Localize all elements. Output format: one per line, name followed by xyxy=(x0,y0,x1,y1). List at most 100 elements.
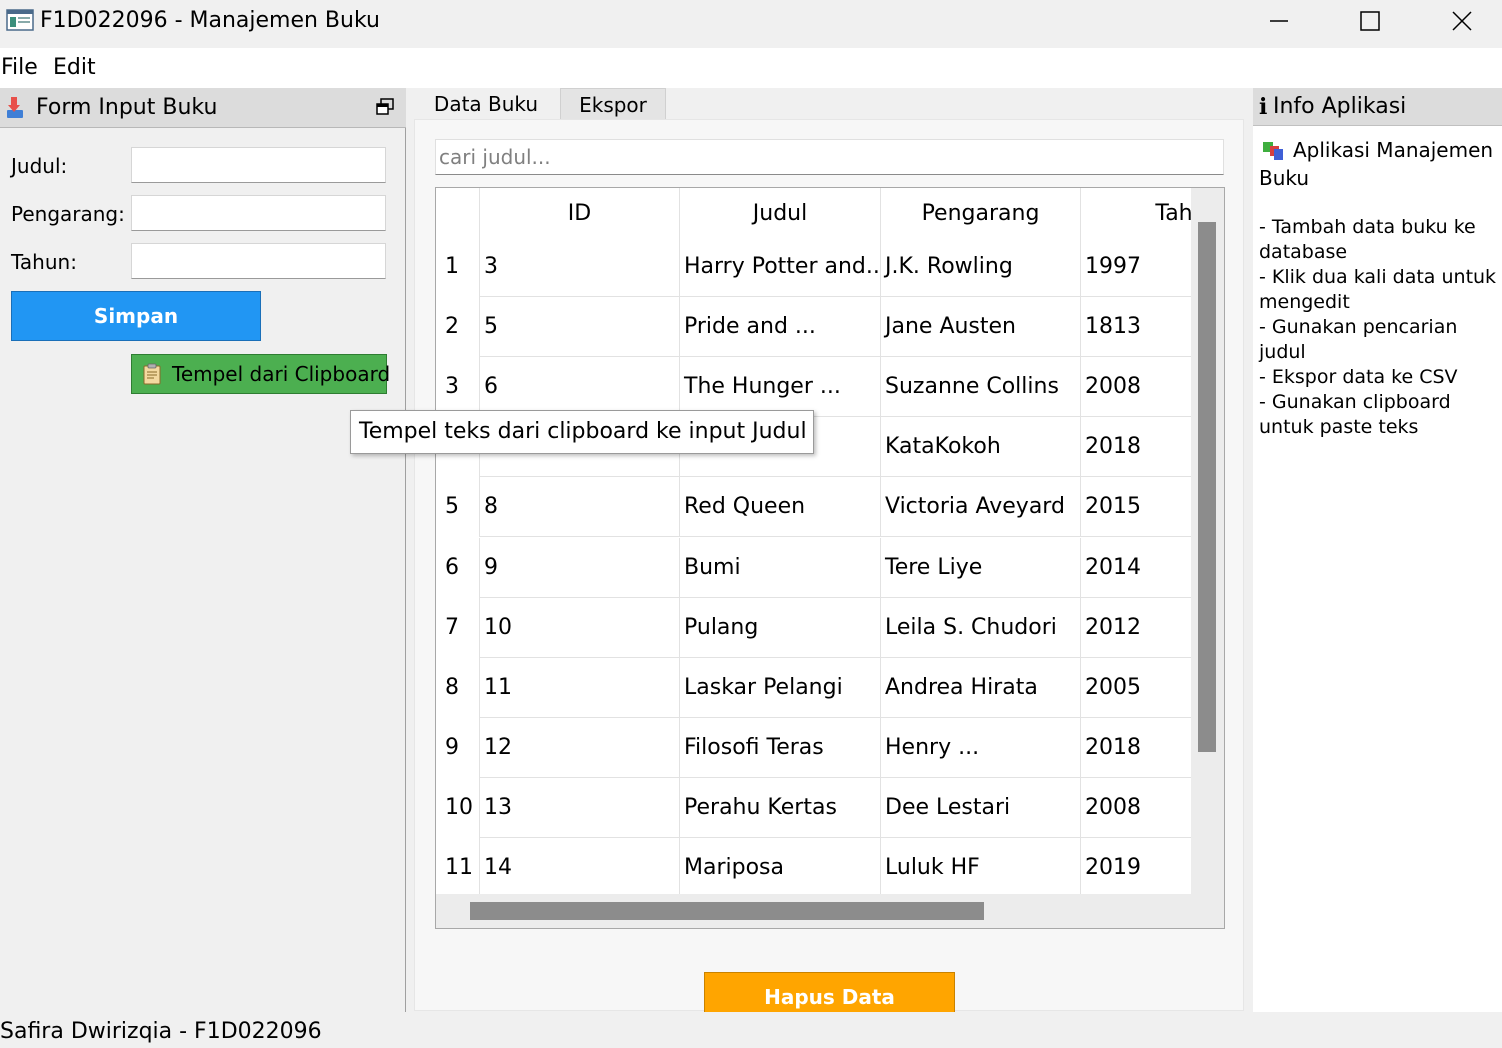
table-row[interactable]: 5 8 Red Queen Victoria Aveyard 2015 xyxy=(436,477,1191,537)
cell-pengarang[interactable]: Jane Austen xyxy=(881,297,1081,357)
cell-id[interactable]: 12 xyxy=(480,718,680,778)
cell-tahun[interactable]: 2005 xyxy=(1081,658,1191,718)
table-row[interactable]: 9 12 Filosofi Teras Henry ... 2018 xyxy=(436,718,1191,778)
column-header-id[interactable]: ID xyxy=(480,188,680,240)
search-input[interactable] xyxy=(435,139,1224,175)
pengarang-input[interactable] xyxy=(131,195,386,231)
info-dock-title: Info Aplikasi xyxy=(1273,94,1407,119)
row-header[interactable]: 3 xyxy=(436,357,480,417)
info-dock: i Info Aplikasi Aplikasi Manajemen Buku … xyxy=(1253,88,1502,1012)
cell-pengarang[interactable]: Victoria Aveyard xyxy=(881,477,1081,537)
cell-tahun[interactable]: 2008 xyxy=(1081,357,1191,417)
close-icon xyxy=(1452,11,1472,31)
cell-judul[interactable]: Pulang xyxy=(680,598,881,658)
minimize-button[interactable] xyxy=(1233,0,1325,42)
book-download-icon xyxy=(7,97,23,118)
table-row[interactable]: 3 6 The Hunger ... Suzanne Collins 2008 xyxy=(436,357,1191,417)
menu-file[interactable]: File xyxy=(1,54,38,82)
cell-tahun[interactable]: 2014 xyxy=(1081,538,1191,598)
table-corner[interactable] xyxy=(436,188,480,240)
table-row[interactable]: 11 14 Mariposa Luluk HF 2019 xyxy=(436,838,1191,894)
table-row[interactable]: 8 11 Laskar Pelangi Andrea Hirata 2005 xyxy=(436,658,1191,718)
minimize-icon xyxy=(1270,20,1288,22)
cell-pengarang[interactable]: Andrea Hirata xyxy=(881,658,1081,718)
cell-tahun[interactable]: 2018 xyxy=(1081,417,1191,477)
main-area: Data Buku Ekspor ID Judul Pengarang Tahu… xyxy=(414,88,1244,1022)
dock-float-icon[interactable] xyxy=(376,98,394,116)
cell-judul[interactable]: Harry Potter and... xyxy=(680,237,881,297)
cell-judul[interactable]: Perahu Kertas xyxy=(680,778,881,838)
table-viewport: ID Judul Pengarang Tahu 1 3 Harry Potter… xyxy=(436,188,1191,894)
row-header[interactable]: 9 xyxy=(436,718,480,778)
cell-pengarang[interactable]: Tere Liye xyxy=(881,538,1081,598)
row-header[interactable]: 1 xyxy=(436,237,480,297)
paste-clipboard-button[interactable]: Tempel dari Clipboard xyxy=(131,354,390,394)
row-header[interactable]: 8 xyxy=(436,658,480,718)
form-dock-header[interactable]: Form Input Buku xyxy=(0,88,406,128)
status-bar: Safira Dwirizqia - F1D022096 xyxy=(0,1012,1502,1048)
info-line: - Gunakan clipboard untuk paste teks xyxy=(1259,391,1451,438)
info-dock-header[interactable]: i Info Aplikasi xyxy=(1253,88,1502,126)
tab-ekspor[interactable]: Ekspor xyxy=(560,88,666,120)
close-button[interactable] xyxy=(1416,0,1502,42)
cell-judul[interactable]: Pride and ... xyxy=(680,297,881,357)
cell-id[interactable]: 9 xyxy=(480,538,680,598)
cell-tahun[interactable]: 2008 xyxy=(1081,778,1191,838)
cell-id[interactable]: 13 xyxy=(480,778,680,838)
row-header[interactable]: 10 xyxy=(436,778,480,838)
app-window-icon xyxy=(6,9,34,31)
table-row[interactable]: 2 5 Pride and ... Jane Austen 1813 xyxy=(436,297,1191,357)
cell-id[interactable]: 6 xyxy=(480,357,680,417)
horizontal-scrollbar[interactable] xyxy=(470,902,984,920)
cell-id[interactable]: 10 xyxy=(480,598,680,658)
column-header-judul[interactable]: Judul xyxy=(680,188,881,240)
cell-tahun[interactable]: 2012 xyxy=(1081,598,1191,658)
column-header-pengarang[interactable]: Pengarang xyxy=(881,188,1081,240)
menu-edit[interactable]: Edit xyxy=(53,54,96,82)
cell-judul[interactable]: Mariposa xyxy=(680,838,881,894)
tab-data-buku[interactable]: Data Buku xyxy=(414,88,558,120)
cell-pengarang[interactable]: KataKokoh xyxy=(881,417,1081,477)
cell-tahun[interactable]: 1997 xyxy=(1081,237,1191,297)
table-row[interactable]: 1 3 Harry Potter and... J.K. Rowling 199… xyxy=(436,237,1191,297)
cell-judul[interactable]: Laskar Pelangi xyxy=(680,658,881,718)
cell-judul[interactable]: Filosofi Teras xyxy=(680,718,881,778)
cell-tahun[interactable]: 2018 xyxy=(1081,718,1191,778)
cell-judul[interactable]: The Hunger ... xyxy=(680,357,881,417)
info-line: - Tambah data buku ke database xyxy=(1259,216,1476,263)
tahun-input[interactable] xyxy=(131,243,386,279)
cell-pengarang[interactable]: J.K. Rowling xyxy=(881,237,1081,297)
cell-id[interactable]: 11 xyxy=(480,658,680,718)
cell-tahun[interactable]: 2019 xyxy=(1081,838,1191,894)
cell-id[interactable]: 3 xyxy=(480,237,680,297)
data-buku-panel: ID Judul Pengarang Tahu 1 3 Harry Potter… xyxy=(414,119,1244,1022)
maximize-button[interactable] xyxy=(1324,0,1416,42)
table-row[interactable]: 10 13 Perahu Kertas Dee Lestari 2008 xyxy=(436,778,1191,838)
cell-id[interactable]: 8 xyxy=(480,477,680,537)
row-header[interactable]: 11 xyxy=(436,838,480,894)
cell-pengarang[interactable]: Suzanne Collins xyxy=(881,357,1081,417)
cell-pengarang[interactable]: Henry ... xyxy=(881,718,1081,778)
row-header[interactable]: 6 xyxy=(436,538,480,598)
cell-id[interactable]: 14 xyxy=(480,838,680,894)
cell-tahun[interactable]: 2015 xyxy=(1081,477,1191,537)
info-icon: i xyxy=(1259,94,1268,120)
label-pengarang: Pengarang: xyxy=(11,202,125,226)
cell-pengarang[interactable]: Luluk HF xyxy=(881,838,1081,894)
cell-pengarang[interactable]: Leila S. Chudori xyxy=(881,598,1081,658)
label-judul: Judul: xyxy=(11,154,68,178)
row-header[interactable]: 2 xyxy=(436,297,480,357)
cell-tahun[interactable]: 1813 xyxy=(1081,297,1191,357)
table-row[interactable]: 7 10 Pulang Leila S. Chudori 2012 xyxy=(436,598,1191,658)
row-header[interactable]: 5 xyxy=(436,477,480,537)
cell-judul[interactable]: Red Queen xyxy=(680,477,881,537)
column-header-tahun[interactable]: Tahu xyxy=(1081,188,1191,240)
row-header[interactable]: 7 xyxy=(436,598,480,658)
cell-judul[interactable]: Bumi xyxy=(680,538,881,598)
save-button[interactable]: Simpan xyxy=(11,291,261,341)
table-row[interactable]: 6 9 Bumi Tere Liye 2014 xyxy=(436,538,1191,598)
cell-pengarang[interactable]: Dee Lestari xyxy=(881,778,1081,838)
vertical-scrollbar[interactable] xyxy=(1198,222,1216,752)
judul-input[interactable] xyxy=(131,147,386,183)
cell-id[interactable]: 5 xyxy=(480,297,680,357)
